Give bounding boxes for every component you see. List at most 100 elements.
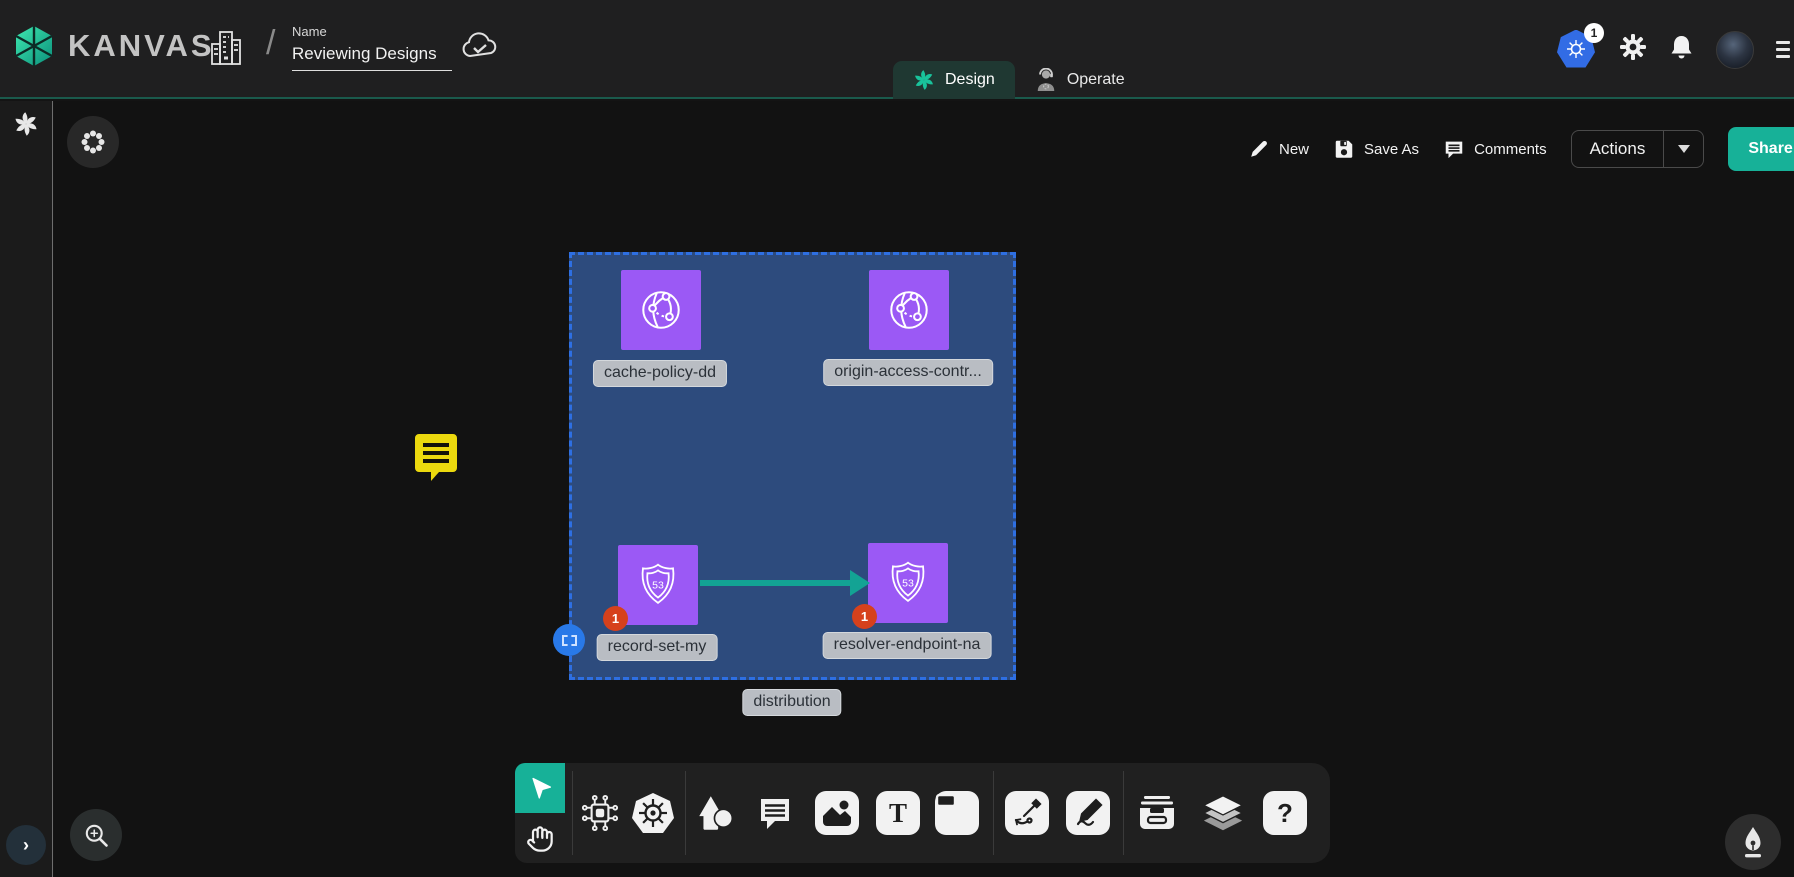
drawer-icon: [1135, 791, 1179, 835]
left-sidebar: ›: [0, 101, 53, 877]
image-icon: [815, 791, 859, 835]
hand-icon: [526, 825, 554, 853]
header-bar: KANVAS / Name: [0, 0, 1794, 99]
app-window: KANVAS / Name: [0, 0, 1794, 877]
tool-image[interactable]: [813, 789, 861, 837]
spiral-icon: [13, 111, 39, 137]
settings-button[interactable]: [1619, 33, 1647, 66]
edge-arrowhead: [850, 570, 870, 596]
node-badge-record-set[interactable]: 1: [603, 606, 628, 631]
comments-button[interactable]: Comments: [1443, 138, 1547, 160]
tool-layers[interactable]: [1199, 789, 1247, 837]
route53-shield-icon: 53: [632, 559, 684, 611]
cloud-check-icon: [460, 30, 500, 62]
organization-button[interactable]: [208, 28, 244, 73]
new-button[interactable]: New: [1248, 138, 1309, 160]
speech-bubble-icon: [413, 432, 459, 482]
tool-select[interactable]: [515, 763, 565, 813]
pen-nib-icon: [1738, 825, 1768, 859]
comment-bubble-icon: [755, 793, 795, 833]
selection-handle[interactable]: [553, 624, 585, 656]
actions-caret-button[interactable]: [1663, 130, 1703, 168]
chevron-down-icon: [1678, 145, 1690, 153]
dashed-rect-icon: [562, 635, 577, 646]
node-label-origin-access-control[interactable]: origin-access-contr...: [823, 359, 993, 386]
node-label-cache-policy[interactable]: cache-policy-dd: [593, 360, 727, 387]
design-name-input[interactable]: [292, 42, 452, 71]
quick-palette-button[interactable]: [67, 116, 119, 168]
svg-text:53: 53: [902, 578, 914, 590]
kanvas-logo-icon: [12, 24, 56, 68]
zoom-in-button[interactable]: [70, 809, 122, 861]
node-label-resolver-endpoint[interactable]: resolver-endpoint-na: [823, 632, 992, 659]
chip-circuit-icon: [579, 792, 621, 834]
hamburger-icon[interactable]: [1776, 40, 1790, 60]
node-record-set[interactable]: 53: [618, 545, 698, 625]
question-mark-icon: ?: [1263, 791, 1307, 835]
share-button[interactable]: Share: [1728, 127, 1794, 171]
toolbar-divider: [993, 771, 994, 855]
new-label: New: [1279, 141, 1309, 158]
app-logo[interactable]: KANVAS: [12, 24, 215, 68]
node-resolver-endpoint[interactable]: 53: [868, 543, 948, 623]
edge-record-set-to-resolver[interactable]: [700, 580, 852, 586]
toolbar-divider: [1123, 771, 1124, 855]
tool-drawer[interactable]: [1133, 789, 1181, 837]
svg-text:53: 53: [652, 580, 664, 592]
save-as-label: Save As: [1364, 141, 1419, 158]
magnifier-plus-icon: [82, 821, 110, 849]
sidebar-home-button[interactable]: [13, 111, 39, 142]
mode-tabs: Design Operate: [893, 61, 1145, 99]
toolbar-divider: [572, 771, 573, 855]
save-as-button[interactable]: Save As: [1333, 138, 1419, 160]
node-origin-access-control[interactable]: [869, 270, 949, 350]
spiral-icon: [913, 69, 935, 91]
name-field-label: Name: [292, 24, 452, 39]
node-label-record-set[interactable]: record-set-my: [597, 634, 718, 661]
cursor-arrow-icon: [527, 775, 553, 801]
tab-design[interactable]: Design: [893, 61, 1015, 99]
active-users-button[interactable]: 1: [1557, 30, 1597, 70]
actions-dropdown-button[interactable]: Actions: [1571, 130, 1705, 168]
tool-shapes[interactable]: [691, 789, 739, 837]
node-badge-resolver-endpoint[interactable]: 1: [852, 604, 877, 629]
shapes-icon: [694, 792, 736, 834]
route53-shield-icon: 53: [882, 557, 934, 609]
building-icon: [208, 28, 244, 68]
comments-label: Comments: [1474, 141, 1547, 158]
text-icon: T: [876, 791, 920, 835]
tool-note[interactable]: [933, 789, 981, 837]
note-icon: [935, 791, 979, 835]
design-name-group: Name: [292, 24, 452, 71]
sync-status: [460, 30, 500, 67]
group-label-distribution[interactable]: distribution: [742, 689, 841, 716]
tool-pencil-sketch[interactable]: [1064, 789, 1112, 837]
tool-kubernetes[interactable]: [629, 789, 677, 837]
share-label: Share: [1728, 140, 1794, 158]
layers-icon: [1200, 790, 1246, 836]
tab-design-label: Design: [945, 71, 995, 89]
tab-operate-label: Operate: [1067, 71, 1125, 89]
users-count-badge: 1: [1584, 23, 1604, 43]
cloudfront-globe-icon: [882, 283, 936, 337]
pencil-sketch-icon: [1066, 791, 1110, 835]
canvas-action-bar: New Save As Comments Actions: [1248, 127, 1794, 171]
notifications-button[interactable]: [1669, 34, 1694, 66]
bottom-toolbar: T: [515, 763, 1330, 863]
tool-pen-path[interactable]: [1003, 789, 1051, 837]
tool-comment[interactable]: [751, 789, 799, 837]
tool-help[interactable]: ?: [1261, 789, 1309, 837]
tab-operate[interactable]: Operate: [1015, 61, 1145, 99]
save-icon: [1333, 138, 1355, 160]
toolbar-divider: [685, 771, 686, 855]
user-avatar[interactable]: [1716, 31, 1754, 69]
operator-person-icon: [1035, 68, 1057, 92]
pen-mode-button[interactable]: [1725, 814, 1781, 870]
tool-infrastructure[interactable]: [576, 789, 624, 837]
gear-icon: [1619, 33, 1647, 61]
tool-pan[interactable]: [515, 815, 565, 863]
sidebar-expand-button[interactable]: ›: [6, 825, 46, 865]
tool-text[interactable]: T: [874, 789, 922, 837]
comment-marker[interactable]: [413, 432, 459, 487]
node-cache-policy[interactable]: [621, 270, 701, 350]
